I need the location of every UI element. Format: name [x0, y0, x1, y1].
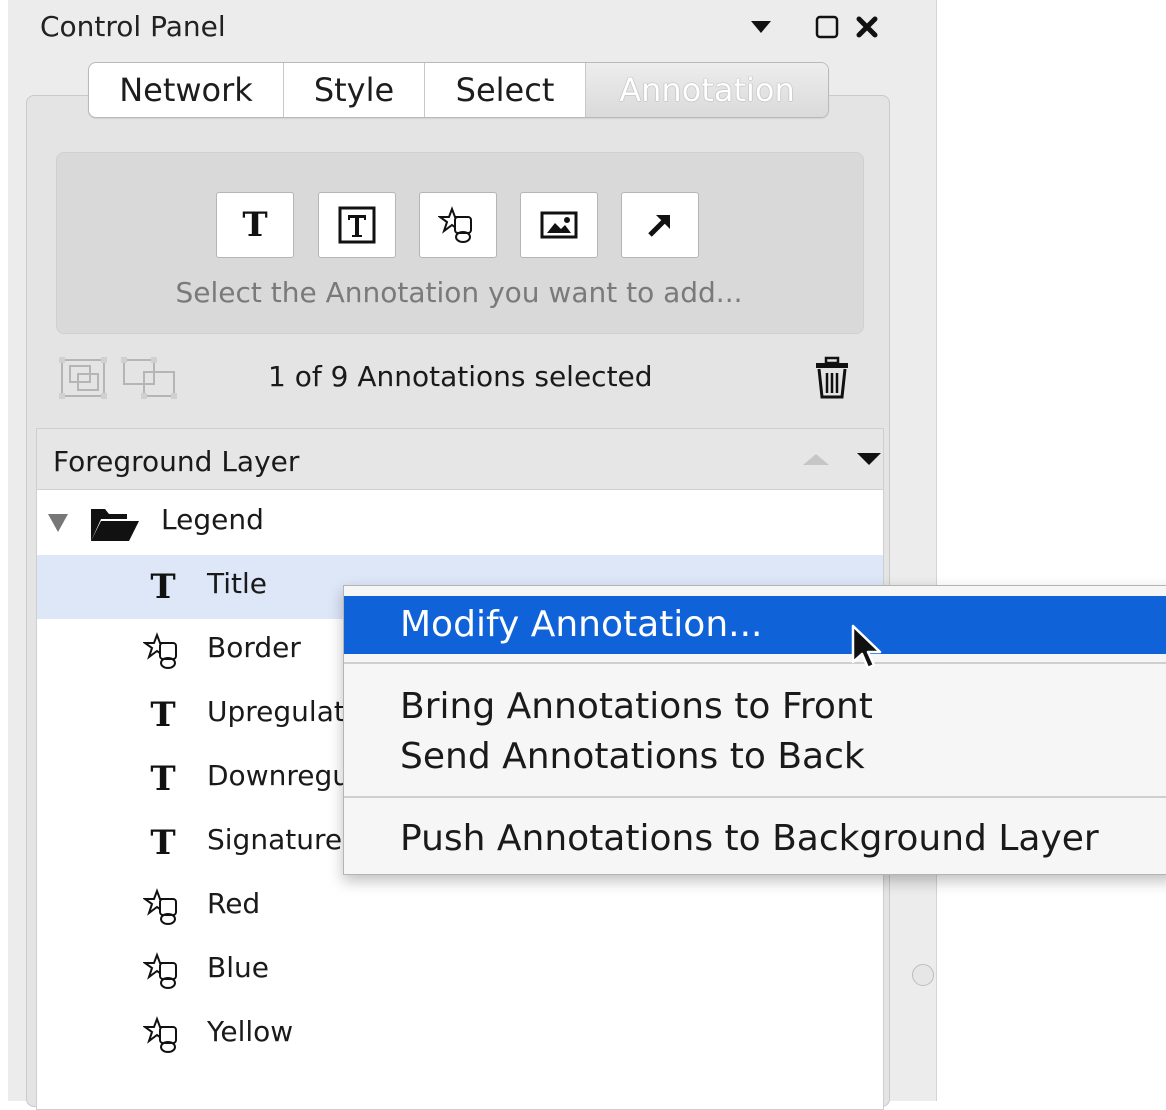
tree-item-label: Downregu [207, 759, 350, 792]
shape-annotation-icon [438, 206, 472, 243]
group-icon[interactable] [58, 356, 108, 404]
menu-separator [344, 796, 1166, 798]
shape-annotation-icon [143, 951, 183, 991]
close-icon[interactable] [854, 14, 880, 40]
tree-item-label: Border [207, 631, 301, 664]
tab-bar: Network Style Select Annotation [88, 62, 829, 118]
tree-item-label: Red [207, 887, 261, 920]
bounded-text-annotation-icon [338, 206, 376, 244]
tab-select[interactable]: Select [425, 63, 586, 117]
context-menu: Modify Annotation... Bring Annotations t… [343, 585, 1166, 875]
arrow-annotation-icon [648, 215, 670, 237]
shape-annotation-icon [143, 887, 183, 927]
tree-item-label: Title [207, 567, 268, 600]
expand-triangle-icon[interactable] [47, 513, 69, 533]
tree-item-label: Blue [207, 951, 269, 984]
tree-item-yellow[interactable]: Yellow [37, 1003, 883, 1067]
control-panel: Control Panel Network Style Select Annot… [8, 0, 937, 1110]
text-annotation-icon: T [150, 567, 176, 607]
mouse-pointer-icon [851, 624, 882, 670]
tree-item-blue[interactable]: Blue [37, 939, 883, 1003]
move-down-icon[interactable] [855, 451, 883, 467]
move-up-icon[interactable] [801, 451, 831, 467]
resize-handle[interactable] [912, 964, 934, 986]
tree-group-label: Legend [161, 503, 264, 536]
menu-item-modify-annotation[interactable]: Modify Annotation... [344, 596, 1166, 654]
layer-name: Foreground Layer [53, 445, 300, 478]
layer-header: Foreground Layer [37, 429, 883, 490]
text-annotation-icon: T [242, 205, 268, 245]
image-annotation-button[interactable] [520, 192, 598, 258]
tab-style[interactable]: Style [284, 63, 425, 117]
tab-network[interactable]: Network [89, 63, 284, 117]
menu-separator [344, 662, 1166, 664]
shape-annotation-icon [143, 631, 183, 671]
text-annotation-button[interactable]: T [216, 192, 294, 258]
tab-annotation[interactable]: Annotation [586, 63, 828, 117]
text-annotation-icon: T [150, 695, 176, 735]
arrow-annotation-button[interactable] [621, 192, 699, 258]
maximize-icon[interactable] [814, 14, 840, 40]
dropdown-arrow-icon[interactable] [748, 14, 774, 40]
tree-item-label: Upregulat [207, 695, 345, 728]
selection-status: 1 of 9 Annotations selected [268, 360, 653, 393]
image-annotation-icon [540, 211, 578, 239]
shape-annotation-button[interactable] [419, 192, 497, 258]
tree-group-legend[interactable]: Legend [37, 491, 883, 555]
tree-item-red[interactable]: Red [37, 875, 883, 939]
tree-item-label: Signature [207, 823, 343, 856]
add-annotation-hint: Select the Annotation you want to add... [175, 276, 743, 309]
panel-title: Control Panel [40, 10, 226, 43]
bounded-text-annotation-button[interactable] [318, 192, 396, 258]
tree-item-label: Yellow [207, 1015, 294, 1048]
menu-item-push-to-background[interactable]: Push Annotations to Background Layer [344, 810, 1166, 868]
ungroup-icon[interactable] [120, 356, 180, 404]
text-annotation-icon: T [150, 823, 176, 863]
text-annotation-icon: T [150, 759, 176, 799]
shape-annotation-icon [143, 1015, 183, 1055]
menu-item-send-to-back[interactable]: Send Annotations to Back [344, 728, 1166, 786]
trash-icon[interactable] [814, 356, 850, 404]
folder-open-icon [91, 509, 139, 541]
